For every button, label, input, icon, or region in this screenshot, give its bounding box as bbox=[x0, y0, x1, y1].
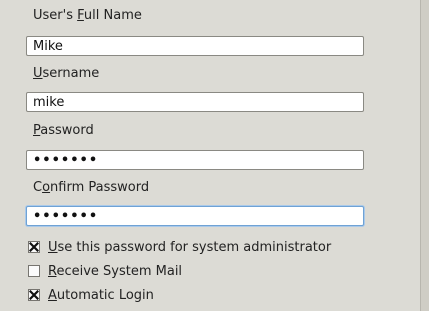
password-label: Password bbox=[33, 123, 94, 138]
username-input[interactable]: mike bbox=[26, 92, 364, 112]
user-account-panel: User's Full Name Mike Username mike Pass… bbox=[0, 0, 421, 311]
automatic-login-option-label: Automatic Login bbox=[48, 288, 154, 303]
confirm-password-label-mnemonic: o bbox=[42, 180, 51, 195]
receive-mail-option-label: Receive System Mail bbox=[48, 264, 182, 279]
automatic-login-label-post: utomatic Login bbox=[56, 287, 154, 303]
receive-mail-label-post: eceive System Mail bbox=[56, 263, 183, 279]
automatic-login-option[interactable]: Automatic Login bbox=[28, 286, 154, 304]
confirm-password-value: ••••••• bbox=[33, 209, 99, 224]
confirm-password-label-pre: C bbox=[33, 180, 43, 195]
window-edge bbox=[421, 0, 429, 311]
username-label-post: sername bbox=[42, 66, 100, 81]
full-name-label-post: ull Name bbox=[83, 8, 142, 23]
full-name-value: Mike bbox=[33, 39, 63, 54]
check-mark-icon bbox=[29, 242, 39, 252]
confirm-password-input[interactable]: ••••••• bbox=[26, 206, 364, 226]
full-name-label: User's Full Name bbox=[33, 8, 142, 23]
confirm-password-label-post: nfirm Password bbox=[50, 180, 150, 195]
full-name-input[interactable]: Mike bbox=[26, 36, 364, 56]
admin-password-option[interactable]: Use this password for system administrat… bbox=[28, 238, 331, 256]
admin-password-label-post: se this password for system administrato… bbox=[57, 239, 332, 255]
password-input[interactable]: ••••••• bbox=[26, 150, 364, 170]
full-name-label-pre: User's bbox=[33, 8, 78, 23]
admin-password-option-label: Use this password for system administrat… bbox=[48, 240, 331, 255]
full-name-label-mnemonic: F bbox=[77, 8, 84, 23]
username-label-mnemonic: U bbox=[33, 66, 43, 81]
confirm-password-label: Confirm Password bbox=[33, 180, 149, 195]
username-value: mike bbox=[33, 95, 65, 110]
password-label-post: assword bbox=[40, 123, 94, 138]
username-label: Username bbox=[33, 66, 99, 81]
admin-password-checkbox[interactable] bbox=[28, 241, 40, 253]
check-mark-icon bbox=[29, 290, 39, 300]
automatic-login-checkbox[interactable] bbox=[28, 289, 40, 301]
receive-mail-option[interactable]: Receive System Mail bbox=[28, 262, 182, 280]
password-value: ••••••• bbox=[33, 153, 99, 168]
receive-mail-checkbox[interactable] bbox=[28, 265, 40, 277]
automatic-login-label-mnemonic: A bbox=[48, 287, 57, 303]
admin-password-label-mnemonic: U bbox=[48, 239, 58, 255]
